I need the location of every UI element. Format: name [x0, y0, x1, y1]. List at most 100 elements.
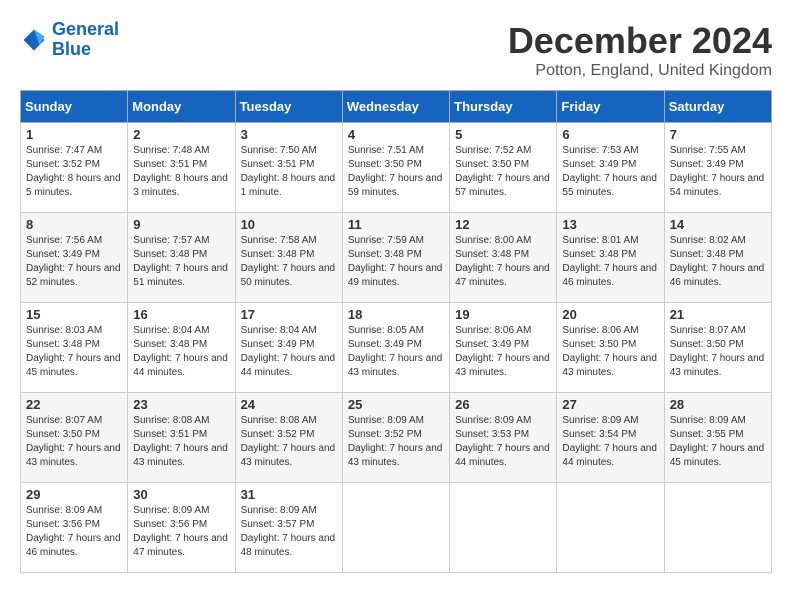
- calendar-cell: 20Sunrise: 8:06 AMSunset: 3:50 PMDayligh…: [557, 303, 664, 393]
- day-number: 18: [348, 307, 444, 322]
- day-number: 14: [670, 217, 766, 232]
- calendar-cell: 25 Sunrise: 8:09 AMSunset: 3:52 PMDayligh…: [342, 393, 449, 483]
- day-number: 26: [455, 397, 551, 412]
- calendar-week-row: 22 Sunrise: 8:07 AMSunset: 3:50 PMDayligh…: [21, 393, 772, 483]
- calendar-cell: 28 Sunrise: 8:09 AMSunset: 3:55 PMDayligh…: [664, 393, 771, 483]
- day-info: Sunrise: 8:07 AMSunset: 3:50 PMDaylight:…: [26, 414, 122, 470]
- calendar-cell: [450, 483, 557, 573]
- calendar-table: SundayMondayTuesdayWednesdayThursdayFrid…: [20, 90, 772, 573]
- day-info: Sunrise: 8:08 AMSunset: 3:51 PMDaylight:…: [133, 414, 229, 470]
- day-number: 31: [241, 487, 337, 502]
- title-section: December 2024 Potton, England, United Ki…: [508, 20, 772, 80]
- day-number: 16: [133, 307, 229, 322]
- page-header: General Blue December 2024 Potton, Engla…: [20, 20, 772, 80]
- day-number: 20: [562, 307, 658, 322]
- day-number: 28: [670, 397, 766, 412]
- calendar-cell: 8Sunrise: 7:56 AMSunset: 3:49 PMDaylight…: [21, 213, 128, 303]
- calendar-cell: 29Sunrise: 8:09 AMSunset: 3:56 PMDayligh…: [21, 483, 128, 573]
- day-info: Sunrise: 7:51 AMSunset: 3:50 PMDaylight:…: [348, 144, 444, 200]
- day-info: Sunrise: 7:50 AMSunset: 3:51 PMDaylight:…: [241, 144, 337, 200]
- calendar-cell: 17 Sunrise: 8:04 AMSunset: 3:49 PMDayligh…: [235, 303, 342, 393]
- calendar-cell: 4 Sunrise: 7:51 AMSunset: 3:50 PMDaylight…: [342, 123, 449, 213]
- calendar-cell: 1 Sunrise: 7:47 AMSunset: 3:52 PMDaylight…: [21, 123, 128, 213]
- calendar-cell: 2 Sunrise: 7:48 AMSunset: 3:51 PMDaylight…: [128, 123, 235, 213]
- day-number: 27: [562, 397, 658, 412]
- day-info: Sunrise: 8:03 AMSunset: 3:48 PMDaylight:…: [26, 324, 122, 380]
- calendar-cell: 24Sunrise: 8:08 AMSunset: 3:52 PMDayligh…: [235, 393, 342, 483]
- day-info: Sunrise: 8:09 AMSunset: 3:57 PMDaylight:…: [241, 504, 337, 560]
- day-number: 3: [241, 127, 337, 142]
- day-number: 6: [562, 127, 658, 142]
- calendar-cell: 30 Sunrise: 8:09 AMSunset: 3:56 PMDayligh…: [128, 483, 235, 573]
- calendar-cell: [664, 483, 771, 573]
- day-number: 19: [455, 307, 551, 322]
- calendar-cell: 18Sunrise: 8:05 AMSunset: 3:49 PMDayligh…: [342, 303, 449, 393]
- calendar-cell: 5Sunrise: 7:52 AMSunset: 3:50 PMDaylight…: [450, 123, 557, 213]
- day-info: Sunrise: 8:09 AMSunset: 3:53 PMDaylight:…: [455, 414, 551, 470]
- day-info: Sunrise: 8:00 AMSunset: 3:48 PMDaylight:…: [455, 234, 551, 290]
- weekday-header-row: SundayMondayTuesdayWednesdayThursdayFrid…: [21, 91, 772, 123]
- calendar-week-row: 15Sunrise: 8:03 AMSunset: 3:48 PMDayligh…: [21, 303, 772, 393]
- day-number: 22: [26, 397, 122, 412]
- calendar-cell: 3 Sunrise: 7:50 AMSunset: 3:51 PMDaylight…: [235, 123, 342, 213]
- day-info: Sunrise: 7:55 AMSunset: 3:49 PMDaylight:…: [670, 144, 766, 200]
- logo-text: General Blue: [52, 20, 119, 60]
- day-number: 10: [241, 217, 337, 232]
- day-number: 4: [348, 127, 444, 142]
- day-number: 23: [133, 397, 229, 412]
- day-info: Sunrise: 7:56 AMSunset: 3:49 PMDaylight:…: [26, 234, 122, 290]
- calendar-cell: 15Sunrise: 8:03 AMSunset: 3:48 PMDayligh…: [21, 303, 128, 393]
- month-title: December 2024: [508, 20, 772, 62]
- day-number: 17: [241, 307, 337, 322]
- calendar-cell: 12 Sunrise: 8:00 AMSunset: 3:48 PMDayligh…: [450, 213, 557, 303]
- calendar-cell: 31 Sunrise: 8:09 AMSunset: 3:57 PMDayligh…: [235, 483, 342, 573]
- calendar-cell: 27 Sunrise: 8:09 AMSunset: 3:54 PMDayligh…: [557, 393, 664, 483]
- day-info: Sunrise: 8:09 AMSunset: 3:52 PMDaylight:…: [348, 414, 444, 470]
- calendar-cell: 26 Sunrise: 8:09 AMSunset: 3:53 PMDayligh…: [450, 393, 557, 483]
- day-info: Sunrise: 7:48 AMSunset: 3:51 PMDaylight:…: [133, 144, 229, 200]
- day-info: Sunrise: 8:09 AMSunset: 3:56 PMDaylight:…: [133, 504, 229, 560]
- day-number: 7: [670, 127, 766, 142]
- day-info: Sunrise: 8:04 AMSunset: 3:48 PMDaylight:…: [133, 324, 229, 380]
- day-number: 24: [241, 397, 337, 412]
- location: Potton, England, United Kingdom: [508, 62, 772, 80]
- day-number: 21: [670, 307, 766, 322]
- weekday-header: Tuesday: [235, 91, 342, 123]
- weekday-header: Wednesday: [342, 91, 449, 123]
- calendar-cell: 13 Sunrise: 8:01 AMSunset: 3:48 PMDayligh…: [557, 213, 664, 303]
- calendar-cell: 21Sunrise: 8:07 AMSunset: 3:50 PMDayligh…: [664, 303, 771, 393]
- day-number: 25: [348, 397, 444, 412]
- calendar-week-row: 29Sunrise: 8:09 AMSunset: 3:56 PMDayligh…: [21, 483, 772, 573]
- day-info: Sunrise: 8:09 AMSunset: 3:55 PMDaylight:…: [670, 414, 766, 470]
- calendar-cell: 10 Sunrise: 7:58 AMSunset: 3:48 PMDayligh…: [235, 213, 342, 303]
- logo-icon: [20, 26, 48, 54]
- day-info: Sunrise: 7:47 AMSunset: 3:52 PMDaylight:…: [26, 144, 122, 200]
- day-info: Sunrise: 8:06 AMSunset: 3:49 PMDaylight:…: [455, 324, 551, 380]
- calendar-cell: 22 Sunrise: 8:07 AMSunset: 3:50 PMDayligh…: [21, 393, 128, 483]
- weekday-header: Thursday: [450, 91, 557, 123]
- day-number: 2: [133, 127, 229, 142]
- day-info: Sunrise: 7:58 AMSunset: 3:48 PMDaylight:…: [241, 234, 337, 290]
- weekday-header: Saturday: [664, 91, 771, 123]
- day-info: Sunrise: 7:57 AMSunset: 3:48 PMDaylight:…: [133, 234, 229, 290]
- day-info: Sunrise: 7:59 AMSunset: 3:48 PMDaylight:…: [348, 234, 444, 290]
- calendar-cell: 16 Sunrise: 8:04 AMSunset: 3:48 PMDayligh…: [128, 303, 235, 393]
- day-number: 13: [562, 217, 658, 232]
- calendar-week-row: 1 Sunrise: 7:47 AMSunset: 3:52 PMDaylight…: [21, 123, 772, 213]
- logo: General Blue: [20, 20, 119, 60]
- calendar-cell: 9Sunrise: 7:57 AMSunset: 3:48 PMDaylight…: [128, 213, 235, 303]
- calendar-cell: 19 Sunrise: 8:06 AMSunset: 3:49 PMDayligh…: [450, 303, 557, 393]
- day-info: Sunrise: 7:52 AMSunset: 3:50 PMDaylight:…: [455, 144, 551, 200]
- day-info: Sunrise: 8:09 AMSunset: 3:56 PMDaylight:…: [26, 504, 122, 560]
- calendar-week-row: 8Sunrise: 7:56 AMSunset: 3:49 PMDaylight…: [21, 213, 772, 303]
- day-info: Sunrise: 8:01 AMSunset: 3:48 PMDaylight:…: [562, 234, 658, 290]
- day-info: Sunrise: 8:09 AMSunset: 3:54 PMDaylight:…: [562, 414, 658, 470]
- day-number: 30: [133, 487, 229, 502]
- day-info: Sunrise: 8:04 AMSunset: 3:49 PMDaylight:…: [241, 324, 337, 380]
- weekday-header: Friday: [557, 91, 664, 123]
- calendar-cell: 14 Sunrise: 8:02 AMSunset: 3:48 PMDayligh…: [664, 213, 771, 303]
- day-number: 12: [455, 217, 551, 232]
- day-info: Sunrise: 8:02 AMSunset: 3:48 PMDaylight:…: [670, 234, 766, 290]
- day-info: Sunrise: 7:53 AMSunset: 3:49 PMDaylight:…: [562, 144, 658, 200]
- day-number: 1: [26, 127, 122, 142]
